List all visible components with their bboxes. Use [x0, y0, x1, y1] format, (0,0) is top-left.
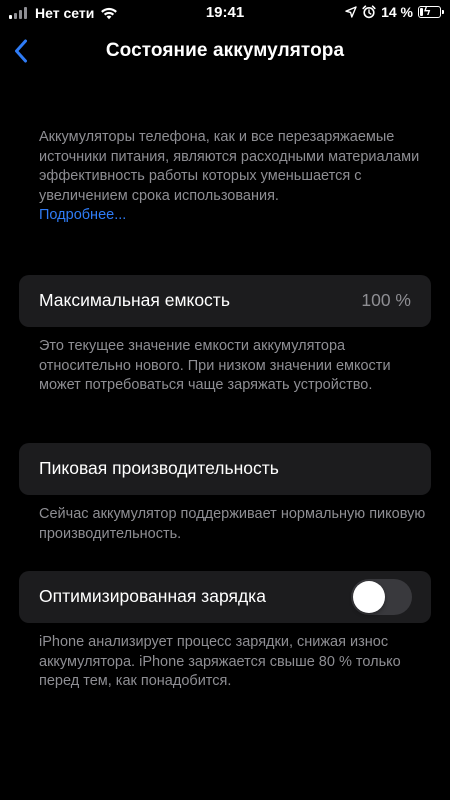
battery-charging-icon: ϟ: [418, 5, 444, 18]
intro-section: Аккумуляторы телефона, как и все перезар…: [39, 128, 430, 226]
peak-performance-footnote: Сейчас аккумулятор поддерживает нормальн…: [39, 506, 426, 542]
battery-health-screen: Нет сети 19:41 14 % ϟ Состояние аккумуля…: [0, 0, 450, 800]
optimized-charging-footnote: iPhone анализирует процесс зарядки, сниж…: [39, 634, 401, 689]
peak-performance-row: Пиковая производительность: [19, 443, 431, 495]
battery-percent: 14 %: [381, 4, 413, 20]
optimized-charging-row: Оптимизированная зарядка: [19, 571, 431, 623]
intro-text: Аккумуляторы телефона, как и все перезар…: [39, 129, 420, 204]
optimized-charging-toggle[interactable]: [351, 579, 412, 615]
status-bar-left: Нет сети: [9, 5, 118, 21]
wifi-icon: [101, 7, 118, 20]
max-capacity-value: 100 %: [361, 290, 411, 310]
toggle-knob: [353, 581, 385, 613]
max-capacity-row: Максимальная емкость 100 %: [19, 275, 431, 327]
location-icon: [345, 6, 357, 18]
alarm-icon: [362, 5, 376, 19]
carrier-label: Нет сети: [35, 5, 95, 21]
peak-performance-label: Пиковая производительность: [39, 458, 279, 478]
status-bar-right: 14 % ϟ: [345, 4, 444, 20]
max-capacity-label: Максимальная емкость: [39, 290, 230, 310]
learn-more-link[interactable]: Подробнее...: [39, 206, 430, 226]
optimized-charging-label: Оптимизированная зарядка: [39, 586, 266, 606]
page-title: Состояние аккумулятора: [105, 40, 345, 61]
signal-icon: [9, 7, 27, 19]
status-bar: Нет сети 19:41 14 % ϟ: [0, 0, 450, 26]
max-capacity-footnote: Это текущее значение емкости аккумулятор…: [39, 338, 391, 393]
navigation-bar: Состояние аккумулятора: [0, 26, 450, 76]
